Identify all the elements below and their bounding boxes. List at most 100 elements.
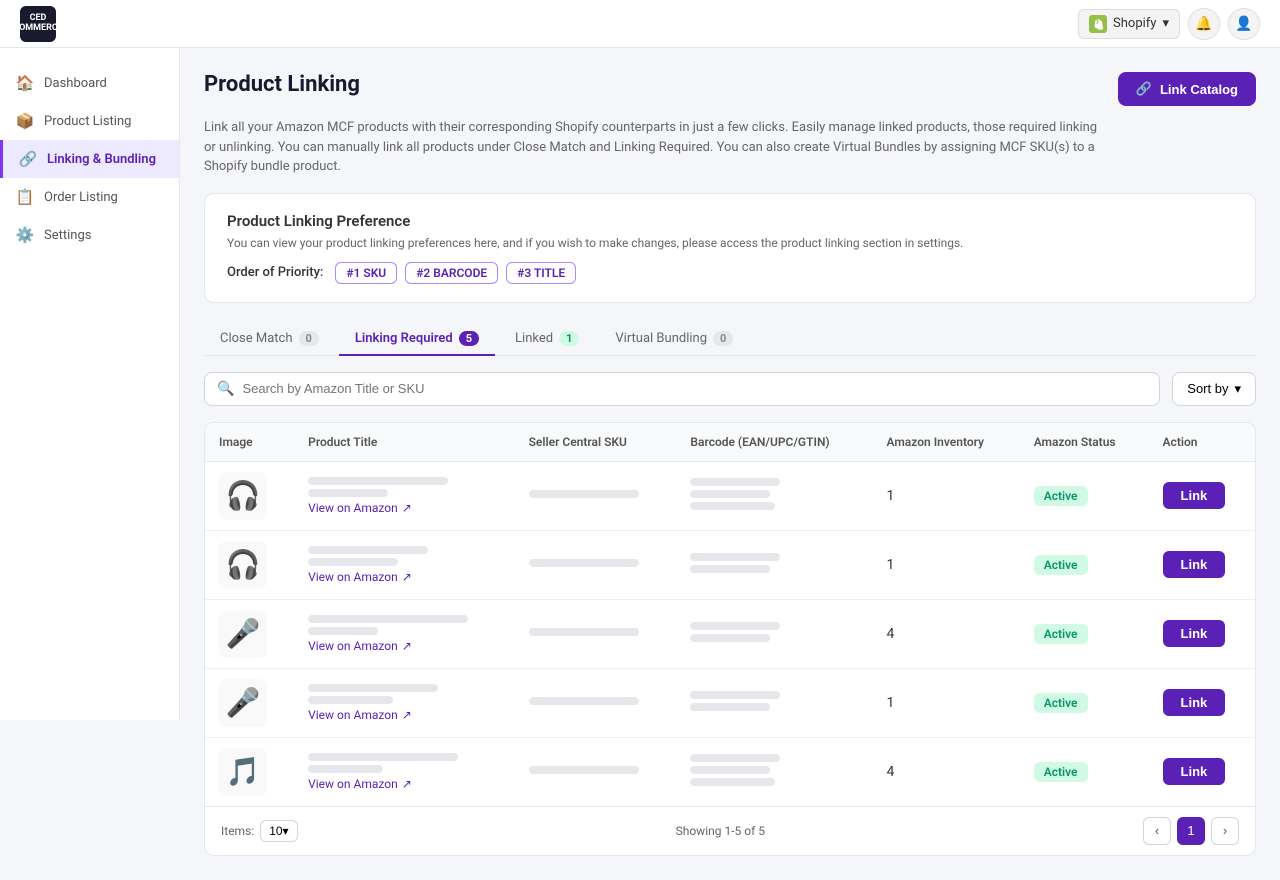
table-col-barcode--ean-upc-gtin-: Barcode (EAN/UPC/GTIN) — [676, 423, 872, 462]
pagination: ‹ 1 › — [1143, 817, 1239, 845]
items-per-page[interactable]: 10▾ — [260, 820, 297, 842]
tab-badge-virtual-bundling: 0 — [713, 331, 733, 346]
account-button[interactable]: 👤 — [1228, 8, 1260, 40]
table-row: 🎧View on Amazon ↗1ActiveLink — [205, 530, 1255, 599]
blurred-sku — [529, 766, 639, 774]
link-product-button[interactable]: Link — [1163, 551, 1226, 578]
tab-label-virtual-bundling: Virtual Bundling — [615, 331, 707, 346]
blurred-sku — [529, 628, 639, 636]
priority-badge: #3 TITLE — [506, 262, 576, 284]
sort-button[interactable]: Sort by ▾ — [1172, 372, 1256, 406]
page-header: Product Linking 🔗 Link Catalog — [204, 72, 1256, 106]
table-footer: Items: 10▾ Showing 1-5 of 5 ‹ 1 › — [205, 806, 1255, 855]
topbar: CEDCOMMERCE Shopify ▾ 🔔 👤 — [0, 0, 1280, 48]
logo-text: CEDCOMMERCE — [13, 14, 63, 34]
external-link-icon: ↗ — [402, 777, 412, 791]
blurred-barcode — [690, 766, 770, 774]
link-catalog-label: Link Catalog — [1160, 82, 1238, 97]
pref-desc: You can view your product linking prefer… — [227, 236, 1233, 250]
view-on-amazon-link[interactable]: View on Amazon ↗ — [308, 570, 500, 584]
sort-chevron: ▾ — [1234, 381, 1241, 397]
amazon-inventory: 4 — [873, 599, 1020, 668]
page-description: Link all your Amazon MCF products with t… — [204, 118, 1104, 177]
sort-label: Sort by — [1187, 381, 1228, 396]
sidebar-item-settings[interactable]: ⚙️ Settings — [0, 216, 179, 254]
logo: CEDCOMMERCE — [20, 6, 56, 42]
tab-label-linked: Linked — [515, 331, 553, 346]
link-catalog-button[interactable]: 🔗 Link Catalog — [1118, 72, 1256, 106]
sidebar-icon-order-listing: 📋 — [16, 188, 34, 206]
blurred-title — [308, 546, 428, 554]
blurred-barcode — [690, 754, 780, 762]
table-row: 🎵View on Amazon ↗4ActiveLink — [205, 737, 1255, 806]
blurred-barcode — [690, 691, 780, 699]
amazon-inventory: 1 — [873, 461, 1020, 530]
external-link-icon: ↗ — [402, 501, 412, 515]
tabs: Close Match 0Linking Required 5Linked 1V… — [204, 323, 1256, 356]
product-image: 🎤 — [219, 610, 267, 658]
link-product-button[interactable]: Link — [1163, 482, 1226, 509]
priority-badge: #1 SKU — [335, 262, 397, 284]
search-input[interactable] — [242, 381, 1147, 396]
items-label: Items: — [221, 824, 254, 838]
amazon-inventory: 1 — [873, 668, 1020, 737]
sidebar-icon-product-listing: 📦 — [16, 112, 34, 130]
blurred-barcode — [690, 634, 770, 642]
blurred-barcode — [690, 490, 770, 498]
next-page[interactable]: › — [1211, 817, 1239, 845]
view-on-amazon-link[interactable]: View on Amazon ↗ — [308, 708, 500, 722]
tab-label-linking-required: Linking Required — [355, 331, 453, 346]
priority-badge: #2 BARCODE — [405, 262, 498, 284]
shopify-icon — [1089, 15, 1107, 33]
sidebar-icon-linking-bundling: 🔗 — [19, 150, 37, 168]
sidebar-icon-dashboard: 🏠 — [16, 74, 34, 92]
link-product-button[interactable]: Link — [1163, 689, 1226, 716]
status-badge: Active — [1034, 624, 1088, 644]
tab-virtual-bundling[interactable]: Virtual Bundling 0 — [599, 323, 749, 356]
topbar-actions: Shopify ▾ 🔔 👤 — [1078, 8, 1260, 40]
blurred-sku — [529, 490, 639, 498]
pagination-info: Showing 1-5 of 5 — [676, 824, 765, 838]
main-content: Product Linking 🔗 Link Catalog Link all … — [180, 48, 1280, 880]
notification-button[interactable]: 🔔 — [1188, 8, 1220, 40]
priority-row: Order of Priority: #1 SKU#2 BARCODE#3 TI… — [227, 262, 1233, 284]
search-icon: 🔍 — [217, 381, 234, 397]
amazon-inventory: 1 — [873, 530, 1020, 599]
link-product-button[interactable]: Link — [1163, 758, 1226, 785]
logo-box: CEDCOMMERCE — [20, 6, 56, 42]
blurred-barcode — [690, 502, 775, 510]
shopify-button[interactable]: Shopify ▾ — [1078, 9, 1180, 39]
table-col-amazon-inventory: Amazon Inventory — [873, 423, 1020, 462]
table-col-product-title: Product Title — [294, 423, 514, 462]
status-badge: Active — [1034, 693, 1088, 713]
prev-page[interactable]: ‹ — [1143, 817, 1171, 845]
external-link-icon: ↗ — [402, 708, 412, 722]
sidebar-item-dashboard[interactable]: 🏠 Dashboard — [0, 64, 179, 102]
sidebar-item-order-listing[interactable]: 📋 Order Listing — [0, 178, 179, 216]
tab-linking-required[interactable]: Linking Required 5 — [339, 323, 495, 356]
view-on-amazon-link[interactable]: View on Amazon ↗ — [308, 501, 500, 515]
table-row: 🎤 View on Amazon ↗ 4 Active Link — [205, 599, 1255, 668]
blurred-title — [308, 489, 388, 497]
sidebar-label-product-listing: Product Listing — [44, 114, 131, 129]
shopify-chevron: ▾ — [1162, 16, 1169, 31]
link-product-button[interactable]: Link — [1163, 620, 1226, 647]
tab-linked[interactable]: Linked 1 — [499, 323, 595, 356]
blurred-title — [308, 684, 438, 692]
product-image: 🎵 — [219, 748, 267, 796]
page-1[interactable]: 1 — [1177, 817, 1205, 845]
sidebar-item-product-listing[interactable]: 📦 Product Listing — [0, 102, 179, 140]
table-col-image: Image — [205, 423, 294, 462]
view-on-amazon-link[interactable]: View on Amazon ↗ — [308, 639, 500, 653]
product-image: 🎤 — [219, 679, 267, 727]
view-on-amazon-link[interactable]: View on Amazon ↗ — [308, 777, 500, 791]
table-row: 🎧View on Amazon ↗1ActiveLink — [205, 461, 1255, 530]
pref-title: Product Linking Preference — [227, 212, 1233, 230]
blurred-title — [308, 627, 378, 635]
blurred-sku — [529, 559, 639, 567]
tab-badge-close-match: 0 — [299, 331, 319, 346]
tab-close-match[interactable]: Close Match 0 — [204, 323, 335, 356]
external-link-icon: ↗ — [402, 570, 412, 584]
sidebar-item-linking-bundling[interactable]: 🔗 Linking & Bundling — [0, 140, 179, 178]
table-col-amazon-status: Amazon Status — [1020, 423, 1149, 462]
